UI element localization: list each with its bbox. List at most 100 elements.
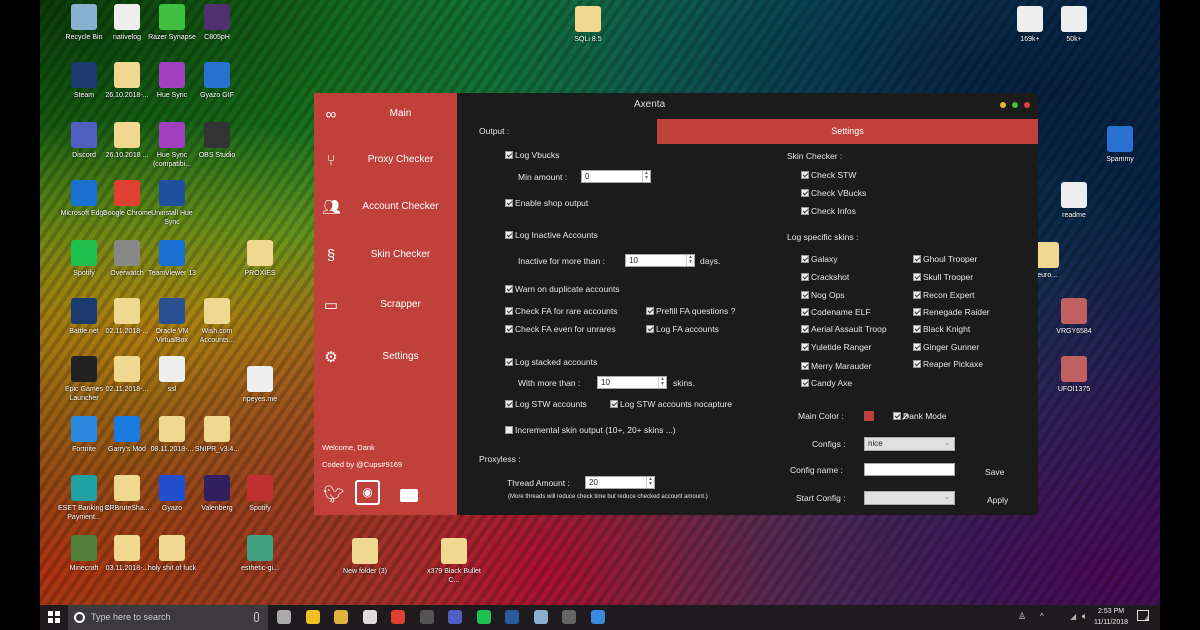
dank-mode-checkbox[interactable] (893, 412, 901, 420)
skin-checkbox[interactable] (913, 273, 921, 281)
desktop-icon[interactable]: C805pH (189, 4, 245, 42)
skin-checkbox[interactable] (913, 360, 921, 368)
log-fa-checkbox[interactable] (646, 325, 654, 333)
check-fa-rare-checkbox[interactable] (505, 307, 513, 315)
search-box[interactable]: Type here to search (68, 605, 268, 630)
desktop-icon[interactable]: Wish.com Accounts... (189, 298, 245, 345)
check-fa-unrare-checkbox[interactable] (505, 325, 513, 333)
app-icon[interactable] (562, 610, 576, 624)
obs-icon[interactable] (419, 610, 434, 624)
desktop-icon[interactable]: OBS Studio (189, 122, 245, 160)
discord-icon[interactable] (448, 610, 462, 624)
min-amount-input[interactable]: 0 ▲ ▼ (581, 170, 651, 183)
skin-checkbox[interactable] (801, 379, 809, 387)
folder-icon[interactable] (400, 489, 418, 502)
sidebar-item-main[interactable]: ∞ Main (314, 100, 457, 130)
warn-duplicate-checkbox[interactable] (505, 285, 513, 293)
desktop-icon[interactable]: SNIPR_v3.4... (189, 416, 245, 454)
clock-time[interactable]: 2:53 PM (1098, 608, 1124, 615)
minimize-button[interactable] (1000, 102, 1006, 108)
desktop-icon[interactable]: Uninstall Hue Sync (144, 180, 200, 227)
desktop-icon[interactable]: New folder (3) (337, 538, 393, 576)
log-vbucks-checkbox[interactable] (505, 151, 513, 159)
desktop-icon[interactable]: SQLi 8.5 (560, 6, 616, 44)
store-icon[interactable] (305, 610, 320, 624)
start-button[interactable] (48, 611, 60, 623)
spinner-arrows-icon[interactable]: ▲ ▼ (642, 171, 650, 182)
discord-icon[interactable]: ◉ (355, 480, 380, 505)
sidebar-item-scrapper[interactable]: ▭ Scrapper (314, 291, 457, 321)
maximize-button[interactable] (1012, 102, 1018, 108)
skin-checkbox[interactable] (913, 308, 921, 316)
desktop-icon[interactable]: Gyazo GIF (189, 62, 245, 100)
check-infos-checkbox[interactable] (801, 207, 809, 215)
thread-amount-input[interactable]: 20 ▲ ▼ (585, 476, 655, 489)
desktop-icon[interactable]: holy shit of fuck (144, 535, 200, 573)
inactive-days-input[interactable]: 10 ▲ ▼ (625, 254, 695, 267)
volume-icon[interactable]: 🔈︎ (1082, 611, 1087, 622)
more-than-input[interactable]: 10 ▲ ▼ (597, 376, 667, 389)
main-color-swatch[interactable] (864, 411, 874, 421)
axenta-icon[interactable] (590, 610, 605, 624)
desktop-icon[interactable]: x379 Black Bullet C... (426, 538, 482, 585)
desktop-icon[interactable]: Spotify (232, 475, 288, 513)
task-view-icon[interactable] (277, 610, 291, 624)
log-inactive-accounts-checkbox[interactable] (505, 231, 513, 239)
spinner-arrows-icon[interactable]: ▲ ▼ (658, 377, 666, 388)
log-stw-nocapture-checkbox[interactable] (610, 400, 618, 408)
log-stw-checkbox[interactable] (505, 400, 513, 408)
start-config-select[interactable]: ⌄ (864, 491, 955, 505)
sidebar-item-proxy-checker[interactable]: ⑂ Proxy Checker (314, 146, 457, 176)
skin-checkbox[interactable] (801, 343, 809, 351)
desktop-icon[interactable]: 50k+ (1046, 6, 1102, 44)
configs-select[interactable]: nice ⌄ (864, 437, 955, 451)
tray-chevron-icon[interactable]: ^ (1040, 612, 1044, 621)
twitter-icon[interactable]: 🐦︎ (323, 485, 345, 505)
desktop-icon[interactable]: esthetic-gi... (232, 535, 288, 573)
skin-checkbox[interactable] (913, 343, 921, 351)
desktop-icon[interactable]: readme (1046, 182, 1102, 220)
close-button[interactable] (1024, 102, 1030, 108)
prefill-fa-checkbox[interactable] (646, 307, 654, 315)
steam-icon[interactable] (505, 610, 519, 624)
notepad-icon[interactable] (533, 610, 548, 624)
settings-header: Settings (657, 119, 1038, 144)
log-stacked-checkbox[interactable] (505, 358, 513, 366)
desktop-icon[interactable]: UFOI1375 (1046, 356, 1102, 394)
skin-checkbox[interactable] (801, 362, 809, 370)
skin-checkbox[interactable] (801, 325, 809, 333)
skin-checkbox[interactable] (801, 255, 809, 263)
skin-checkbox[interactable] (913, 291, 921, 299)
desktop-icon[interactable]: VRGY6584 (1046, 298, 1102, 336)
enable-shop-output-checkbox[interactable] (505, 199, 513, 207)
skin-checkbox[interactable] (801, 308, 809, 316)
config-name-input[interactable] (864, 463, 955, 476)
spinner-arrows-icon[interactable]: ▲ ▼ (686, 255, 694, 266)
skin-checkbox[interactable] (801, 273, 809, 281)
file-explorer-icon[interactable] (334, 610, 348, 624)
apply-button[interactable]: Apply (987, 495, 1008, 505)
check-stw-checkbox[interactable] (801, 171, 809, 179)
desktop-icon[interactable]: TeamViewer 13 (144, 240, 200, 278)
chrome-icon[interactable] (391, 610, 405, 624)
sidebar-item-settings[interactable]: ⚙ Settings (314, 343, 457, 373)
people-icon[interactable]: ♙ (1018, 611, 1026, 622)
network-icon[interactable]: ◢ (1070, 612, 1076, 621)
incremental-skin-output-checkbox[interactable] (505, 426, 513, 434)
mail-icon[interactable] (362, 610, 377, 624)
check-vbucks-checkbox[interactable] (801, 189, 809, 197)
desktop-icon[interactable]: PROXIES (232, 240, 288, 278)
skin-checkbox[interactable] (801, 291, 809, 299)
desktop-icon[interactable]: npeyes.me (232, 366, 288, 404)
desktop-icon[interactable]: Spammy (1092, 126, 1148, 164)
sidebar-item-account-checker[interactable]: 👥︎ Account Checker (314, 193, 457, 223)
skin-checkbox[interactable] (913, 255, 921, 263)
save-button[interactable]: Save (985, 467, 1004, 477)
desktop-icon[interactable]: ssl (144, 356, 200, 394)
sidebar-item-skin-checker[interactable]: § Skin Checker (314, 241, 457, 271)
skin-checkbox[interactable] (913, 325, 921, 333)
spotify-icon[interactable] (476, 610, 491, 624)
microphone-icon[interactable] (254, 612, 259, 622)
spinner-arrows-icon[interactable]: ▲ ▼ (646, 477, 654, 488)
clock-date[interactable]: 11/11/2018 (1094, 619, 1128, 626)
